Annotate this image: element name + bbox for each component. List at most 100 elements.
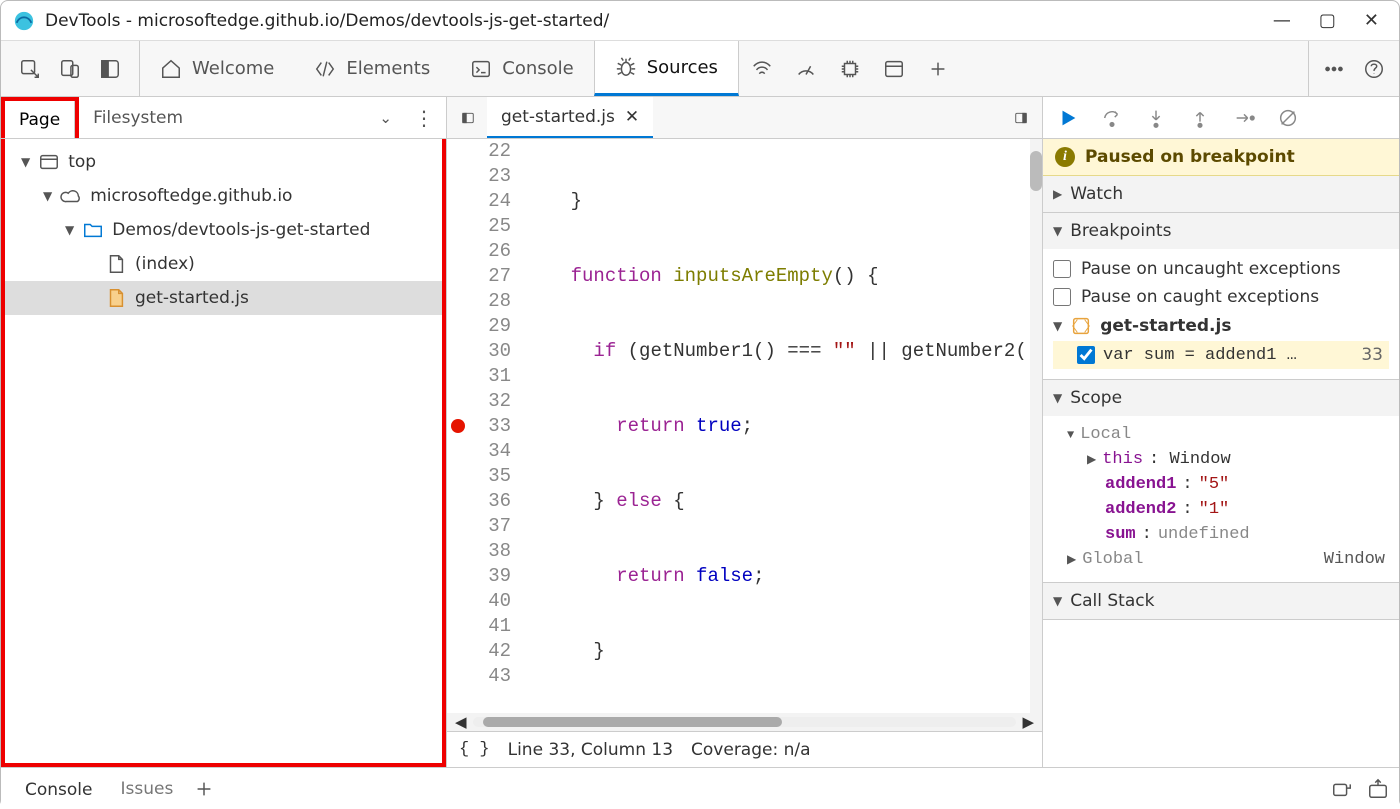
- line-number[interactable]: 27: [447, 264, 511, 289]
- section-scope: ▼Scope ▼Local ▶this: Window addend1: "5"…: [1043, 380, 1399, 583]
- line-number-33: 33: [488, 415, 511, 437]
- line-number[interactable]: 29: [447, 314, 511, 339]
- section-breakpoints: ▼Breakpoints Pause on uncaught exception…: [1043, 213, 1399, 380]
- tree-top[interactable]: ▼ top: [5, 145, 442, 179]
- tree-domain[interactable]: ▼ microsoftedge.github.io: [5, 179, 442, 213]
- section-breakpoints-header[interactable]: ▼Breakpoints: [1043, 213, 1399, 249]
- tree-file-js[interactable]: get-started.js: [5, 281, 442, 315]
- application-icon[interactable]: [883, 58, 905, 80]
- scope-local-header[interactable]: ▼Local: [1053, 422, 1389, 447]
- scope-this[interactable]: ▶this: Window: [1053, 447, 1389, 472]
- section-scope-header[interactable]: ▼Scope: [1043, 380, 1399, 416]
- nav-tab-filesystem[interactable]: Filesystem: [79, 97, 197, 138]
- scope-a1-key: addend1: [1105, 475, 1176, 494]
- network-conditions-icon[interactable]: [751, 58, 773, 80]
- tab-welcome[interactable]: Welcome: [140, 41, 294, 96]
- breakpoint-checkbox[interactable]: [1077, 346, 1095, 364]
- step-out-icon[interactable]: [1189, 107, 1211, 129]
- line-number[interactable]: 31: [447, 364, 511, 389]
- breakpoint-file-row[interactable]: ▼ get-started.js: [1053, 311, 1389, 341]
- scope-global-header[interactable]: ▶GlobalWindow: [1053, 547, 1389, 572]
- pause-caught-label: Pause on caught exceptions: [1081, 287, 1319, 307]
- main-far-right: [1308, 41, 1399, 96]
- line-number[interactable]: 34: [447, 439, 511, 464]
- scope-sum[interactable]: sum: undefined: [1053, 522, 1389, 547]
- dock-side-icon[interactable]: [99, 58, 121, 80]
- minimize-icon[interactable]: —: [1273, 10, 1291, 31]
- scroll-left-icon[interactable]: ◀: [455, 713, 467, 731]
- pause-caught-row[interactable]: Pause on caught exceptions: [1053, 283, 1389, 311]
- watch-label: Watch: [1070, 184, 1123, 204]
- inspect-element-icon[interactable]: [19, 58, 41, 80]
- scope-addend1[interactable]: addend1: "5": [1053, 472, 1389, 497]
- close-icon[interactable]: ✕: [1364, 10, 1379, 31]
- step-into-icon[interactable]: [1145, 107, 1167, 129]
- nav-more-tabs-icon[interactable]: ⌄: [369, 109, 402, 127]
- code-editor[interactable]: 22 23 24 25 26 27 28 29 30 31 32 33 34 3…: [447, 139, 1042, 713]
- editor-tab-get-started[interactable]: get-started.js ✕: [487, 97, 653, 138]
- tab-elements[interactable]: Elements: [294, 41, 450, 96]
- code-line: if (getNumber1() === "" || getNumber2(): [525, 339, 1042, 364]
- pause-uncaught-checkbox[interactable]: [1053, 260, 1071, 278]
- line-number[interactable]: 41: [447, 614, 511, 639]
- line-number[interactable]: 43: [447, 664, 511, 689]
- pause-caught-checkbox[interactable]: [1053, 288, 1071, 306]
- line-number[interactable]: 39: [447, 564, 511, 589]
- line-number[interactable]: 33: [447, 414, 511, 439]
- toggle-debugger-icon[interactable]: [1010, 107, 1032, 129]
- scope-sum-key: sum: [1105, 525, 1136, 544]
- more-icon[interactable]: [1323, 58, 1345, 80]
- line-number[interactable]: 23: [447, 164, 511, 189]
- line-number[interactable]: 24: [447, 189, 511, 214]
- line-number[interactable]: 26: [447, 239, 511, 264]
- drawer-add-tab-icon[interactable]: [193, 778, 215, 800]
- resume-icon[interactable]: [1057, 107, 1079, 129]
- vertical-scrollbar[interactable]: [1030, 139, 1042, 713]
- performance-icon[interactable]: [795, 58, 817, 80]
- edge-devtools-icon: [13, 10, 35, 32]
- nav-tab-page[interactable]: Page: [5, 101, 75, 138]
- breakpoint-item[interactable]: var sum = addend1 … 33: [1053, 341, 1389, 369]
- section-watch-header[interactable]: ▶Watch: [1043, 176, 1399, 212]
- tab-sources[interactable]: Sources: [594, 41, 739, 96]
- line-number[interactable]: 35: [447, 464, 511, 489]
- tab-console[interactable]: Console: [450, 41, 593, 96]
- line-number[interactable]: 28: [447, 289, 511, 314]
- line-number[interactable]: 30: [447, 339, 511, 364]
- line-gutter[interactable]: 22 23 24 25 26 27 28 29 30 31 32 33 34 3…: [447, 139, 525, 713]
- step-over-icon[interactable]: [1101, 107, 1123, 129]
- toggle-navigator-icon[interactable]: [457, 107, 479, 129]
- line-number[interactable]: 22: [447, 139, 511, 164]
- breakpoint-marker-icon[interactable]: [451, 419, 465, 433]
- line-number[interactable]: 32: [447, 389, 511, 414]
- pretty-print-icon[interactable]: { }: [459, 740, 490, 759]
- line-number[interactable]: 40: [447, 589, 511, 614]
- line-number[interactable]: 38: [447, 539, 511, 564]
- drawer-expand-icon[interactable]: [1367, 778, 1389, 800]
- line-number[interactable]: 25: [447, 214, 511, 239]
- line-number[interactable]: 37: [447, 514, 511, 539]
- line-number[interactable]: 36: [447, 489, 511, 514]
- section-callstack-header[interactable]: ▼Call Stack: [1043, 583, 1399, 619]
- tree-file-index[interactable]: (index): [5, 247, 442, 281]
- scope-addend2[interactable]: addend2: "1": [1053, 497, 1389, 522]
- drawer-tab-console[interactable]: Console: [11, 768, 107, 809]
- drawer-send-feedback-icon[interactable]: [1331, 778, 1353, 800]
- deactivate-breakpoints-icon[interactable]: [1277, 107, 1299, 129]
- add-tab-icon[interactable]: [927, 58, 949, 80]
- help-icon[interactable]: [1363, 58, 1385, 80]
- device-emulation-icon[interactable]: [59, 58, 81, 80]
- nav-kebab-icon[interactable]: ⋮: [402, 106, 446, 130]
- step-icon[interactable]: [1233, 107, 1255, 129]
- line-number[interactable]: 42: [447, 639, 511, 664]
- memory-icon[interactable]: [839, 58, 861, 80]
- scope-this-key: this: [1102, 450, 1143, 469]
- drawer-tab-issues[interactable]: Issues: [107, 768, 188, 809]
- pause-uncaught-row[interactable]: Pause on uncaught exceptions: [1053, 255, 1389, 283]
- tree-folder[interactable]: ▼ Demos/devtools-js-get-started: [5, 213, 442, 247]
- close-tab-icon[interactable]: ✕: [625, 107, 639, 127]
- code-content[interactable]: } function inputsAreEmpty() { if (getNum…: [525, 139, 1042, 713]
- maximize-icon[interactable]: ▢: [1319, 10, 1336, 31]
- scroll-right-icon[interactable]: ▶: [1022, 713, 1034, 731]
- horizontal-scrollbar[interactable]: ◀ ▶: [447, 713, 1042, 731]
